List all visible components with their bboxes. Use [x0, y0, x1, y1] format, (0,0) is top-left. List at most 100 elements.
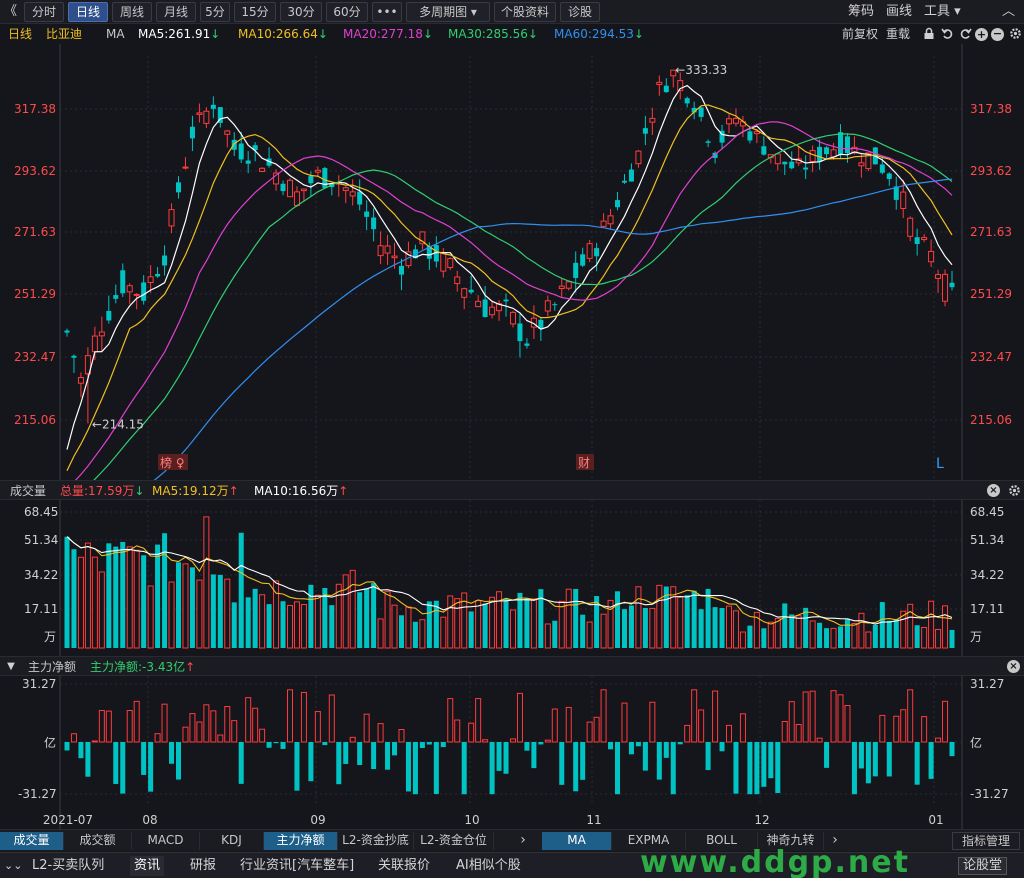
candle-body [308, 176, 314, 184]
close-icon[interactable]: × [987, 484, 1000, 497]
chips-button[interactable]: 筹码 [848, 3, 874, 21]
volume-pane[interactable]: 成交量 总量:17.59万↓ MA5:19.12万↑ MA10:16.56万↑ … [0, 480, 1024, 656]
indicator-manage-button[interactable]: 指标管理 [952, 832, 1020, 850]
period-tab-4[interactable]: 5分 [200, 2, 230, 22]
net-flow-bar [489, 742, 495, 795]
period-tab-5[interactable]: 15分 [234, 2, 276, 22]
info-tab-5[interactable]: AI相似个股 [452, 856, 525, 876]
price-pane[interactable]: 317.38 317.38 293.62 293.62 271.63 271.63 251.… [0, 44, 1024, 548]
info-tab-3[interactable]: 行业资讯[汽车整车] [236, 856, 358, 876]
volume-bar [552, 620, 558, 648]
volume-tick-right: 34.22 [970, 568, 1004, 582]
info-tab-0[interactable]: L2-买卖队列 [28, 856, 108, 876]
volume-title[interactable]: 成交量 [10, 484, 46, 498]
volume-total: 总量:17.59万↓ [60, 484, 145, 498]
rank-marker: 榜 ♀ [158, 454, 188, 470]
volume-tick-left: 34.22 [24, 568, 58, 582]
volume-bar [830, 627, 837, 649]
settings-icon[interactable] [1007, 484, 1021, 498]
candle-body [698, 107, 704, 117]
period-tab-2[interactable]: 周线 [112, 2, 152, 22]
net-flow-title[interactable]: 主力净额 [28, 660, 76, 674]
redo-icon[interactable] [958, 27, 972, 41]
net-flow-bar [357, 742, 363, 766]
candle-body [914, 237, 920, 245]
chevron-right-icon[interactable]: › [516, 832, 530, 850]
reload-button[interactable]: 重载 [886, 27, 910, 41]
net-flow-bar [538, 742, 544, 745]
volume-bar [761, 628, 767, 648]
chevron-down-icon[interactable]: ▼ [4, 660, 18, 674]
info-tab-4[interactable]: 关联报价 [374, 856, 434, 876]
volume-bar [615, 591, 621, 648]
adjust-button[interactable]: 前复权 [842, 27, 878, 41]
volume-bar [719, 607, 725, 648]
candle-body [558, 285, 565, 290]
overlay-tab-0[interactable]: MA [542, 832, 612, 850]
candlestick-chart[interactable]: 317.38 317.38 293.62 293.62 271.63 271.63 251.… [0, 44, 1024, 548]
zoom-out-icon[interactable]: − [991, 28, 1004, 41]
net-flow-bar [120, 742, 126, 794]
volume-bar [503, 598, 509, 648]
period-tab-8[interactable]: ••• [372, 2, 402, 22]
volume-bar [468, 611, 474, 648]
undo-icon[interactable] [940, 27, 954, 41]
volume-bar [747, 625, 753, 648]
net-flow-bar [921, 716, 928, 743]
period-tab-3[interactable]: 月线 [156, 2, 196, 22]
period-tab-10[interactable]: 个股资料 [494, 2, 556, 22]
net-flow-bar [593, 716, 600, 743]
period-tab-9[interactable]: 多周期图 ▾ [406, 2, 490, 22]
indicator-tab-3[interactable]: KDJ [200, 832, 264, 850]
ma-label[interactable]: MA [106, 27, 125, 41]
period-tab-1[interactable]: 日线 [68, 2, 108, 22]
candle-body [628, 169, 634, 182]
settings-icon[interactable] [1008, 27, 1022, 41]
indicator-tab-1[interactable]: 成交额 [64, 832, 132, 850]
collapse-icon[interactable]: ︿ [1002, 3, 1015, 21]
net-flow-bar [245, 697, 252, 743]
indicator-tab-0[interactable]: 成交量 [0, 832, 64, 850]
price-grid [59, 44, 963, 480]
volume-bar [628, 605, 634, 648]
candle-body [921, 237, 928, 241]
zoom-in-icon[interactable]: + [975, 28, 988, 41]
net-flow-bar [78, 742, 84, 759]
net-flow-bar [113, 742, 119, 784]
period-tab-7[interactable]: 60分 [326, 2, 368, 22]
double-chevron-icon[interactable]: ⌄⌄ [4, 856, 22, 876]
net-flow-bar [649, 701, 656, 743]
info-tab-1[interactable]: 资讯 [130, 856, 165, 876]
volume-bar [77, 556, 84, 649]
ma-value-4: MA60:294.53↓ [554, 27, 644, 41]
volume-bar [824, 628, 830, 648]
period-tab-11[interactable]: 诊股 [560, 2, 600, 22]
net-flow-bar [105, 710, 112, 743]
lock-icon[interactable] [922, 27, 936, 41]
indicator-tab-6[interactable]: L2-资金仓位 [414, 832, 494, 850]
volume-bar [649, 607, 656, 649]
indicator-tab-4[interactable]: 主力净额 [264, 832, 338, 850]
period-tab-0[interactable]: 分时 [24, 2, 64, 22]
net-flow-chart[interactable]: 31.27 31.27 亿 亿 -31.27 -31.27 2021-07 08 09 10 11 1… [0, 676, 1024, 829]
indicator-tab-2[interactable]: MACD [132, 832, 200, 850]
period-tab-6[interactable]: 30分 [280, 2, 322, 22]
info-tab-2[interactable]: 研报 [186, 856, 220, 876]
indicator-tab-5[interactable]: L2-资金抄底 [338, 832, 414, 850]
tools-button[interactable]: 工具 ▾ [924, 3, 961, 21]
close-icon[interactable]: × [1007, 660, 1020, 673]
candle-body [858, 162, 865, 167]
draw-button[interactable]: 画线 [886, 3, 912, 21]
forum-button[interactable]: 论股堂 [958, 857, 1008, 875]
price-tick-right: 215.06 [970, 413, 1012, 427]
net-flow-bar [482, 739, 489, 743]
net-flow-bar [161, 703, 168, 743]
volume-chart[interactable]: 68.45 68.45 51.34 51.34 34.22 34.22 17.11 17.11… [0, 500, 1024, 656]
net-flow-bar [642, 742, 648, 771]
volume-bar [544, 623, 551, 649]
volume-bar [928, 600, 935, 649]
back-icon[interactable]: 《 [4, 3, 17, 21]
net-flow-pane[interactable]: ▼ 主力净额 主力净额:-3.43亿↑ × 31.27 31.27 亿 亿 -31.27… [0, 656, 1024, 829]
candle-body [607, 215, 614, 225]
volume-bar [635, 586, 642, 649]
